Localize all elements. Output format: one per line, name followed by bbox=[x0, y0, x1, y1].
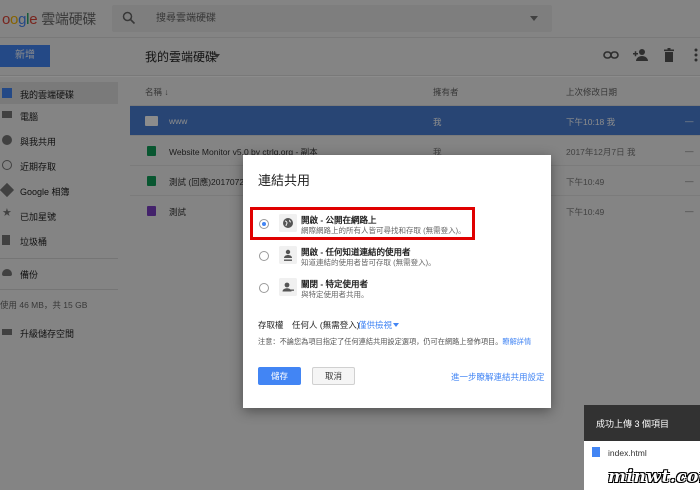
radio-specific-people[interactable] bbox=[259, 283, 269, 293]
person-icon bbox=[279, 278, 297, 296]
upload-status-title: 成功上傳 3 個項目 bbox=[596, 419, 670, 429]
sharing-note: 注意：不論您為項目指定了任何連結共用設定選項，仍可在網路上發佈項目。瞭解詳情 bbox=[258, 337, 531, 347]
access-label: 存取權 任何人 (無需登入) bbox=[258, 320, 360, 330]
annotation-highlight-box bbox=[250, 207, 475, 240]
uploaded-file-item[interactable]: index.html bbox=[592, 447, 647, 458]
uploaded-file-name: index.html bbox=[608, 448, 647, 458]
option-specific-people[interactable]: 關閉 - 特定使用者 與特定使用者共用。 bbox=[257, 276, 537, 312]
radio-anyone-with-link[interactable] bbox=[259, 251, 269, 261]
person-link-icon bbox=[279, 246, 297, 264]
access-level-dropdown[interactable]: 僅供檢視 bbox=[358, 319, 392, 331]
file-icon bbox=[592, 447, 600, 457]
link-sharing-dialog: 連結共用 開啟 - 公開在網路上 網際網路上的所有人皆可尋找和存取 (無需登入)… bbox=[243, 155, 551, 408]
option-anyone-with-link[interactable]: 開啟 - 任何知道連結的使用者 知道連結的使用者皆可存取 (無需登入)。 bbox=[257, 244, 537, 280]
note-text: 注意：不論您為項目指定了任何連結共用設定選項，仍可在網路上發佈項目。 bbox=[258, 337, 503, 346]
chevron-down-icon[interactable] bbox=[393, 323, 399, 327]
dialog-title: 連結共用 bbox=[258, 173, 311, 188]
upload-status-header[interactable]: 成功上傳 3 個項目 bbox=[584, 405, 700, 441]
watermark: minwt.com bbox=[608, 467, 700, 487]
option-description: 知道連結的使用者皆可存取 (無需登入)。 bbox=[301, 258, 436, 267]
learn-more-link[interactable]: 瞭解詳情 bbox=[502, 337, 531, 346]
link-sharing-help-link[interactable]: 進一步瞭解連結共用設定 bbox=[451, 371, 545, 383]
option-description: 與特定使用者共用。 bbox=[301, 290, 369, 299]
save-button[interactable]: 儲存 bbox=[258, 367, 301, 385]
cancel-button[interactable]: 取消 bbox=[312, 367, 355, 385]
